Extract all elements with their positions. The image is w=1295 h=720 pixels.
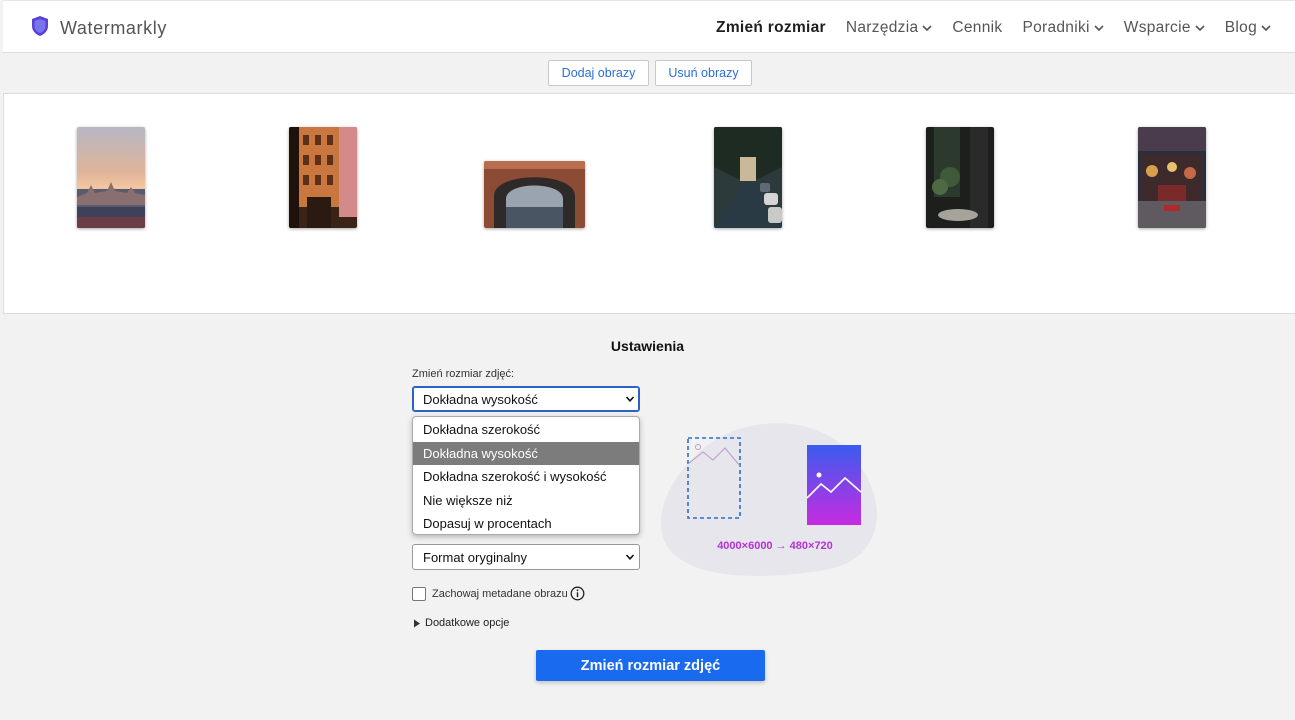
thumb-arch-canal[interactable]: [484, 161, 585, 228]
nav-item-wsparcie[interactable]: Wsparcie: [1124, 19, 1205, 37]
resize-dimensions-caption: 4000×6000 → 480×720: [717, 540, 833, 552]
shield-logo-icon: [30, 15, 50, 42]
resize-option[interactable]: Dopasuj w procentach: [413, 512, 639, 534]
file-format-value: Format oryginalny: [423, 549, 528, 565]
chevron-down-icon: [922, 25, 932, 32]
thumb-orange-building[interactable]: [289, 127, 357, 228]
resize-illustration: [660, 423, 877, 576]
additional-options-toggle[interactable]: Dodatkowe opcje: [413, 617, 509, 629]
nav-item-label: Cennik: [952, 19, 1003, 36]
main-nav: Zmień rozmiar Narzędzia Cennik Poradniki Wsp…: [716, 19, 1271, 37]
chevron-down-icon: [1094, 25, 1104, 32]
add-images-button[interactable]: Dodaj obrazy: [548, 60, 649, 86]
thumb-street-cars[interactable]: [714, 127, 782, 228]
resize-images-button[interactable]: Zmień rozmiar zdjęć: [536, 650, 765, 681]
nav-item-zmień-rozmiar[interactable]: Zmień rozmiar: [716, 19, 826, 37]
remove-images-button[interactable]: Usuń obrazy: [655, 60, 752, 86]
file-format-select[interactable]: Format oryginalny: [412, 544, 640, 570]
nav-item-label: Wsparcie: [1123, 19, 1191, 36]
resize-mode-select[interactable]: Dokładna wysokość: [412, 386, 640, 412]
nav-item-cennik[interactable]: Cennik: [952, 19, 1002, 37]
resize-label: Zmień rozmiar zdjęć:: [412, 368, 515, 380]
nav-item-poradniki[interactable]: Poradniki: [1022, 19, 1104, 37]
caret-right-icon: [414, 619, 420, 627]
nav-item-narzędzia[interactable]: Narzędzia: [846, 19, 932, 37]
keep-metadata-checkbox[interactable]: [412, 587, 426, 601]
resize-option[interactable]: Dokładna szerokość: [413, 418, 639, 442]
keep-metadata-label: Zachowaj metadane obrazu: [432, 588, 568, 600]
nav-item-label: Narzędzia: [845, 19, 919, 36]
chevron-down-icon: [1195, 25, 1205, 32]
thumb-budapest-parliament[interactable]: [77, 127, 145, 228]
resize-option[interactable]: Nie większe niż: [413, 489, 639, 513]
nav-item-blog[interactable]: Blog: [1225, 19, 1271, 37]
nav-item-label: Blog: [1224, 19, 1257, 36]
image-gallery: [3, 94, 1295, 314]
brand-name: Watermarkly: [60, 18, 167, 38]
nav-item-label: Zmień rozmiar: [716, 19, 826, 36]
chevron-down-icon: [625, 396, 635, 402]
thumb-storefront-night[interactable]: [1138, 127, 1206, 228]
additional-options-label: Dodatkowe opcje: [425, 617, 510, 629]
resize-mode-value: Dokładna wysokość: [423, 391, 538, 407]
top-header: Watermarkly Zmień rozmiar Narzędzia Cennik…: [3, 0, 1295, 53]
resize-option[interactable]: Dokładna wysokość: [413, 441, 639, 465]
settings-title: Ustawienia: [610, 338, 685, 354]
image-toolbar: Dodaj obrazy Usuń obrazy: [3, 54, 1295, 94]
nav-item-label: Poradniki: [1022, 19, 1090, 36]
resize-mode-dropdown-list: Dokładna szerokość Dokładna wysokość Dokła…: [412, 416, 640, 535]
chevron-down-icon: [625, 554, 635, 560]
thumb-dark-cafe[interactable]: [926, 127, 994, 228]
info-icon[interactable]: [570, 586, 585, 601]
chevron-down-icon: [1261, 25, 1271, 32]
resize-option[interactable]: Dokładna szerokość i wysokość: [413, 465, 639, 489]
brand-logo[interactable]: Watermarkly: [30, 15, 167, 42]
